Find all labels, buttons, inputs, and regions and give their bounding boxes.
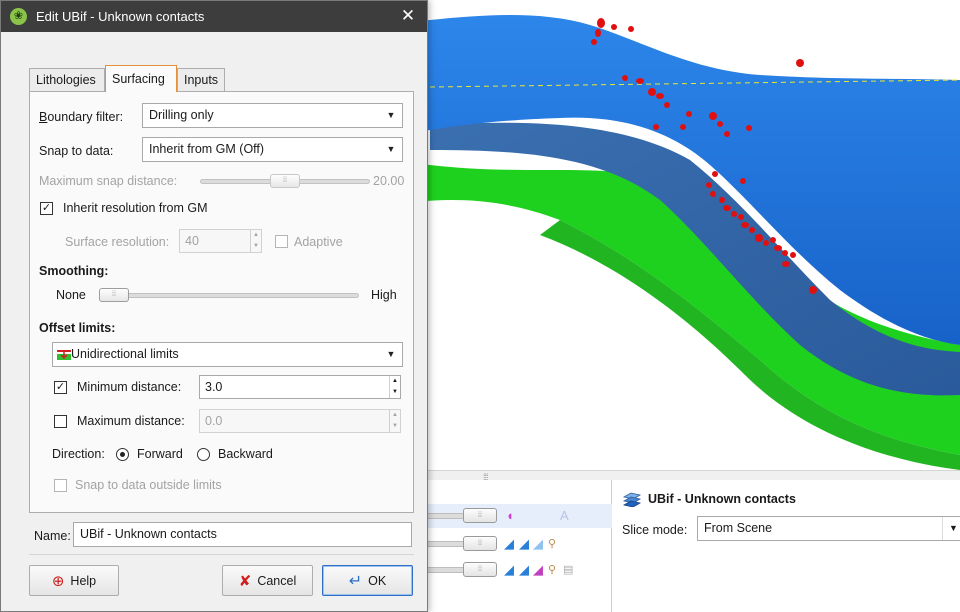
properties-title-text: UBif - Unknown contacts (648, 492, 796, 506)
tab-lithologies[interactable]: Lithologies (29, 68, 105, 91)
smoothing-heading: Smoothing: (39, 264, 109, 278)
ok-button[interactable]: ↵ OK (322, 565, 413, 596)
spinner-arrows-icon: ▲ ▼ (389, 376, 400, 398)
surface-blue-icon[interactable]: ◢ (504, 562, 514, 578)
offset-limits-mode-value: Unidirectional limits (71, 347, 179, 361)
direction-forward-radio[interactable] (116, 448, 129, 461)
boundary-filter-select[interactable]: Drilling only ▼ (142, 103, 403, 128)
text-icon[interactable]: A (560, 508, 569, 524)
smoothing-slider-thumb[interactable]: ⁞⁞ (99, 288, 129, 302)
maximum-distance-input[interactable]: 0.0 ▲ ▼ (199, 409, 401, 433)
chevron-down-icon: ▼ (942, 517, 960, 540)
list-item[interactable]: ⁞⁞ ◢ ◢ ◢ ⚲ (400, 532, 612, 556)
smoothing-min-label: None (56, 288, 86, 302)
opacity-slider-thumb[interactable]: ⁞⁞ (463, 562, 497, 577)
max-snap-distance-label: Maximum snap distance: (39, 174, 178, 188)
slice-mode-label: Slice mode: (622, 523, 688, 537)
dialog-titlebar[interactable]: ❀ Edit UBif - Unknown contacts ✕ (1, 1, 427, 32)
minimum-distance-input[interactable]: 3.0 ▲ ▼ (199, 375, 401, 399)
direction-backward-label: Backward (218, 447, 273, 461)
minimum-distance-value: 3.0 (205, 380, 223, 394)
offset-limits-heading: Offset limits: (39, 321, 116, 335)
cancel-button[interactable]: ✘ Cancel (222, 565, 313, 596)
inherit-resolution-label: Inherit resolution from GM (63, 201, 208, 215)
cancel-x-icon: ✘ (238, 572, 252, 590)
smoothing-max-label: High (371, 288, 397, 302)
spinner-arrows-icon: ▲ ▼ (389, 410, 400, 432)
surface-resolution-label: Surface resolution: (65, 235, 170, 249)
chevron-down-icon: ▼ (386, 110, 396, 120)
edit-surface-dialog: ❀ Edit UBif - Unknown contacts ✕ Litholo… (0, 0, 428, 612)
opacity-slider-thumb[interactable]: ⁞⁞ (463, 508, 497, 523)
minimum-distance-label: Minimum distance: (77, 380, 182, 394)
boundary-filter-label: Boundary filter: (39, 110, 124, 124)
chevron-down-icon: ▼ (386, 144, 396, 154)
max-snap-distance-thumb[interactable]: ⁞⁞ (270, 174, 300, 188)
footer-divider (29, 554, 414, 555)
cancel-button-label: Cancel (257, 573, 297, 588)
boundary-filter-value: Drilling only (149, 108, 214, 122)
pin-icon[interactable]: ⚲ (548, 562, 556, 578)
table-icon[interactable]: ▤ (563, 562, 573, 578)
surface-blue-icon[interactable]: ◢ (519, 562, 529, 578)
name-value: UBif - Unknown contacts (80, 527, 217, 541)
name-input[interactable]: UBif - Unknown contacts (73, 522, 412, 547)
direction-label: Direction: (52, 447, 105, 461)
direction-forward-label: Forward (137, 447, 183, 461)
surface-layers-icon (622, 492, 642, 507)
inherit-resolution-checkbox[interactable]: ✓ (40, 202, 53, 215)
surface-magenta-icon[interactable]: ◢ (533, 562, 543, 578)
list-item[interactable]: ⁞⁞ ◢ ◢ ◢ ⚲ ▤ (400, 558, 612, 582)
surface-blue-icon[interactable]: ◢ (519, 536, 529, 552)
offset-limits-mode-select[interactable]: Unidirectional limits ▼ (52, 342, 403, 367)
unidirectional-limits-icon (57, 350, 71, 360)
chevron-down-icon: ▼ (386, 349, 396, 359)
tab-surfacing[interactable]: Surfacing (105, 65, 177, 92)
properties-panel: UBif - Unknown contacts Slice mode: From… (612, 480, 960, 612)
minimum-distance-checkbox[interactable]: ✓ (54, 381, 67, 394)
name-label: Name: (34, 529, 71, 543)
surface-light-icon[interactable]: ◢ (533, 536, 543, 552)
help-button[interactable]: ⊕ Help (29, 565, 119, 596)
snap-to-data-value: Inherit from GM (Off) (149, 142, 265, 156)
maximum-distance-label: Maximum distance: (77, 414, 185, 428)
surface-resolution-input[interactable]: 40 ▲ ▼ (179, 229, 262, 253)
app-logo-icon: ❀ (10, 8, 27, 25)
snap-outside-limits-label: Snap to data outside limits (75, 478, 222, 492)
shape-list-panel: ⁞⁞ ◖ A ⁞⁞ ◢ ◢ ◢ ⚲ ⁞⁞ ◢ ◢ ◢ ⚲ ▤ (400, 480, 612, 612)
paint-icon[interactable]: ◖ (506, 508, 514, 524)
maximum-distance-value: 0.0 (205, 414, 223, 428)
enter-arrow-icon: ↵ (348, 572, 363, 590)
surface-blue-icon[interactable]: ◢ (504, 536, 514, 552)
tab-inputs[interactable]: Inputs (177, 68, 225, 91)
snap-outside-limits-checkbox[interactable] (54, 479, 67, 492)
surface-resolution-value: 40 (185, 234, 199, 248)
adaptive-checkbox[interactable] (275, 235, 288, 248)
direction-backward-radio[interactable] (197, 448, 210, 461)
slice-mode-select[interactable]: From Scene ▼ (697, 516, 960, 541)
slice-mode-value: From Scene (704, 521, 773, 535)
pin-icon[interactable]: ⚲ (548, 536, 556, 552)
dialog-title: Edit UBif - Unknown contacts (36, 9, 205, 24)
help-lifebuoy-icon: ⊕ (51, 572, 65, 590)
spinner-arrows-icon: ▲ ▼ (250, 230, 261, 252)
list-item[interactable]: ⁞⁞ ◖ A (400, 504, 612, 528)
close-icon[interactable]: ✕ (395, 4, 421, 28)
smoothing-slider[interactable] (99, 293, 359, 298)
ok-button-label: OK (368, 573, 387, 588)
maximum-distance-checkbox[interactable] (54, 415, 67, 428)
help-button-label: Help (70, 573, 97, 588)
opacity-slider-thumb[interactable]: ⁞⁞ (463, 536, 497, 551)
properties-title: UBif - Unknown contacts (622, 488, 796, 510)
snap-to-data-select[interactable]: Inherit from GM (Off) ▼ (142, 137, 403, 162)
adaptive-label: Adaptive (294, 235, 343, 249)
max-snap-distance-value: 20.00 (373, 174, 405, 188)
snap-to-data-label: Snap to data: (39, 144, 114, 158)
